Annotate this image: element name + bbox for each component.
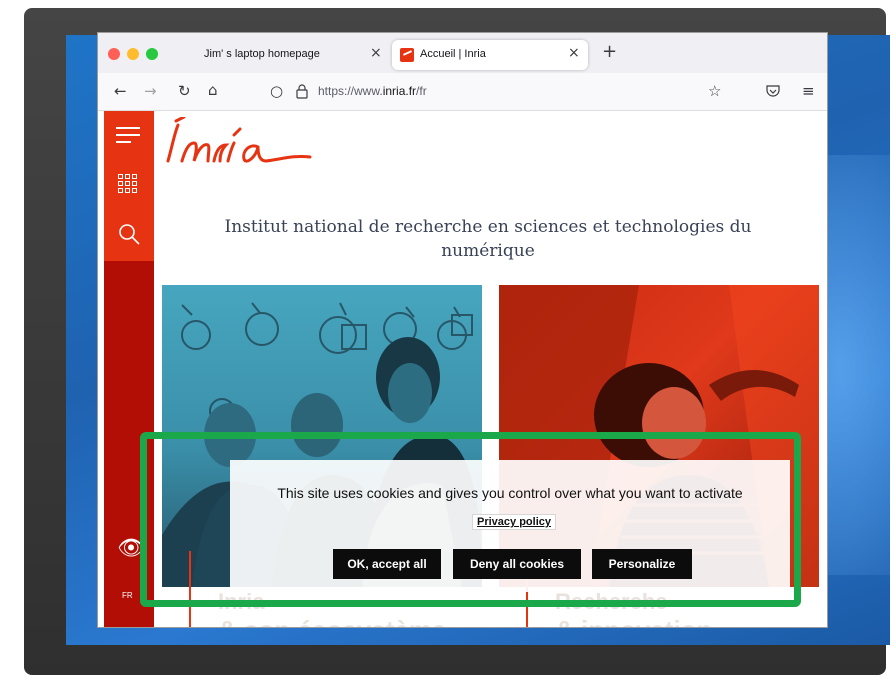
- close-tab-icon[interactable]: ×: [568, 45, 580, 61]
- tab-bar: Jim' s laptop homepage × Accueil | Inria…: [98, 33, 827, 73]
- pocket-icon[interactable]: [766, 85, 780, 98]
- zoom-window-button[interactable]: [146, 48, 158, 60]
- tab-label: Jim' s laptop homepage: [204, 48, 320, 60]
- minimize-window-button[interactable]: [127, 48, 139, 60]
- back-arrow-icon[interactable]: ←: [114, 82, 127, 100]
- padlock-icon[interactable]: [296, 84, 308, 99]
- close-tab-icon[interactable]: ×: [370, 45, 382, 61]
- app-menu-icon[interactable]: ≡: [802, 82, 815, 100]
- card-right-subtitle[interactable]: & innovation: [555, 615, 712, 627]
- card-left-subtitle[interactable]: & son écosystème: [218, 615, 446, 627]
- menu-icon[interactable]: [116, 127, 140, 143]
- tab-jims-laptop-homepage[interactable]: Jim' s laptop homepage ×: [174, 40, 384, 70]
- highlight-box: [140, 432, 801, 607]
- apps-grid-icon[interactable]: [118, 174, 138, 194]
- close-window-button[interactable]: [108, 48, 120, 60]
- tab-accueil-inria[interactable]: Accueil | Inria ×: [392, 40, 588, 70]
- inria-favicon-icon: [400, 48, 414, 62]
- home-icon[interactable]: ⌂: [208, 81, 218, 99]
- search-icon[interactable]: [118, 223, 140, 245]
- sidebar-top-panel: [104, 111, 154, 261]
- inria-logo[interactable]: [162, 117, 312, 169]
- site-tagline: Institut national de recherche en scienc…: [224, 217, 752, 261]
- navigation-toolbar: ← → ↻ ⌂ ○ https://www.inria.fr/fr ☆ ≡: [98, 73, 827, 111]
- language-selector[interactable]: FR: [122, 591, 133, 600]
- tracking-shield-icon[interactable]: ○: [270, 82, 283, 100]
- bookmark-star-icon[interactable]: ☆: [708, 82, 721, 100]
- url-bar[interactable]: https://www.inria.fr/fr: [318, 84, 427, 98]
- reload-icon[interactable]: ↻: [178, 82, 191, 100]
- forward-arrow-icon[interactable]: →: [144, 82, 157, 100]
- new-tab-icon[interactable]: +: [602, 41, 617, 62]
- tab-label: Accueil | Inria: [420, 48, 486, 60]
